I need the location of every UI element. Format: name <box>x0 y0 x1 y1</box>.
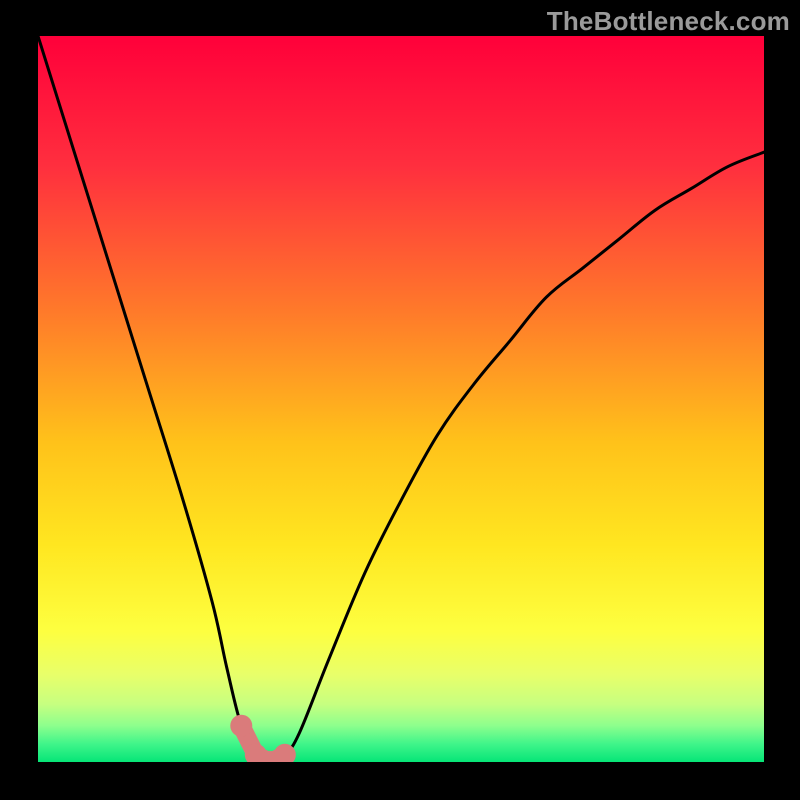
ideal-zone-dot <box>230 715 252 737</box>
chart-frame: TheBottleneck.com <box>0 0 800 800</box>
chart-background <box>38 36 764 762</box>
bottleneck-chart <box>38 36 764 762</box>
watermark-label: TheBottleneck.com <box>547 6 790 37</box>
